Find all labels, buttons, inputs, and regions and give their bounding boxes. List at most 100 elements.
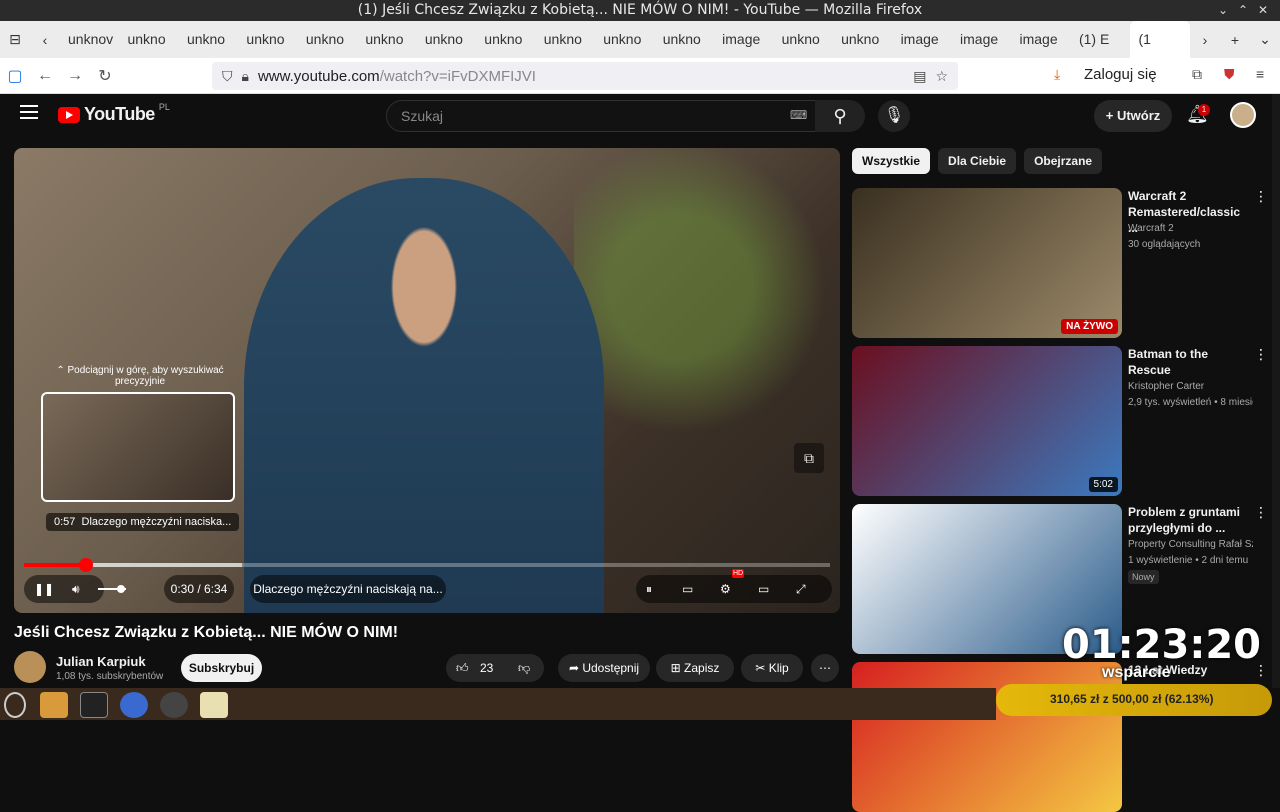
- browser-tab[interactable]: image: [893, 21, 952, 58]
- more-options-icon[interactable]: ⋮: [1254, 504, 1268, 521]
- back-icon[interactable]: ←: [30, 67, 60, 85]
- like-icon[interactable]: 👍︎: [456, 654, 469, 682]
- menu-icon[interactable]: ≡: [1256, 66, 1264, 82]
- voice-search-button[interactable]: 🎙︎: [878, 100, 910, 132]
- recommendation-title[interactable]: Problem z gruntami przyległymi do ...: [1128, 504, 1253, 536]
- browser-tab[interactable]: unkno: [655, 21, 714, 58]
- sidebar-toggle-icon[interactable]: ▢: [0, 66, 30, 86]
- filter-chip[interactable]: Obejrzane: [1024, 148, 1103, 174]
- terminal-icon[interactable]: [80, 692, 108, 718]
- autoplay-toggle-icon[interactable]: ⏸︎: [646, 575, 652, 603]
- filter-chip[interactable]: Wszystkie: [852, 148, 931, 174]
- url-bar[interactable]: ⛉ 🔒︎ www.youtube.com/watch?v=iFvDXMFIJVI…: [212, 62, 958, 90]
- play-volume-group: ❚❚ 🔊︎: [24, 575, 104, 603]
- pause-icon[interactable]: ❚❚: [34, 575, 54, 603]
- tab-overview-icon[interactable]: ⊟: [0, 31, 30, 48]
- forward-icon[interactable]: →: [60, 67, 90, 85]
- recommendation-channel[interactable]: Warcraft 2: [1128, 223, 1253, 234]
- volume-knob[interactable]: [117, 585, 125, 593]
- browser-tab[interactable]: (1: [1130, 21, 1190, 58]
- recommendation-thumbnail[interactable]: NA ŻYWO: [852, 188, 1122, 338]
- tab-scroll-right-icon[interactable]: ›: [1190, 32, 1220, 48]
- obs-icon[interactable]: [160, 692, 188, 718]
- more-options-icon[interactable]: ⋮: [1254, 346, 1268, 363]
- reader-view-icon[interactable]: ▤: [913, 68, 926, 85]
- browser-tab[interactable]: unkno: [417, 21, 476, 58]
- like-count[interactable]: 23: [480, 654, 493, 682]
- recommendation-channel[interactable]: Property Consulting Rafał Szeremeta: [1128, 539, 1253, 550]
- browser-tab[interactable]: unkno: [238, 21, 297, 58]
- browser-tab[interactable]: unkno: [536, 21, 595, 58]
- miniplayer-icon[interactable]: ⧉: [794, 443, 824, 473]
- minimize-icon[interactable]: ⌄: [1218, 0, 1228, 21]
- reload-icon[interactable]: ↻: [90, 66, 120, 86]
- channel-avatar[interactable]: [14, 651, 46, 683]
- downloads-icon[interactable]: ⤓: [1054, 66, 1060, 83]
- volume-icon[interactable]: 🔊︎: [72, 575, 80, 603]
- browser-tab[interactable]: (1) E: [1071, 21, 1130, 58]
- browser-tab[interactable]: image: [714, 21, 773, 58]
- tab-scroll-left-icon[interactable]: ‹: [30, 32, 60, 48]
- bookmark-star-icon[interactable]: ☆: [935, 68, 948, 85]
- fullscreen-icon[interactable]: ⤢: [796, 575, 806, 603]
- extensions-icon[interactable]: ⧉: [1192, 66, 1202, 83]
- dislike-icon[interactable]: 👎︎: [518, 654, 530, 682]
- hamburger-menu-icon[interactable]: [20, 105, 38, 119]
- more-actions-icon[interactable]: ⋯: [811, 654, 839, 682]
- new-tab-icon[interactable]: +: [1220, 32, 1250, 48]
- firefox-icon[interactable]: [120, 692, 148, 718]
- browser-tab[interactable]: unkno: [298, 21, 357, 58]
- tab-list-icon[interactable]: ⌄: [1250, 31, 1280, 48]
- recommendation-thumbnail[interactable]: 5:02: [852, 346, 1122, 496]
- browser-tab[interactable]: unknov: [60, 21, 119, 58]
- theater-mode-icon[interactable]: ▭: [758, 575, 769, 603]
- start-menu-icon[interactable]: [4, 692, 26, 718]
- video-player[interactable]: ⌃ Podciągnij w górę, aby wyszukiwać prec…: [14, 148, 840, 613]
- recommendation-channel[interactable]: Kristopher Carter: [1128, 381, 1253, 392]
- browser-tab[interactable]: unkno: [833, 21, 892, 58]
- shield-icon[interactable]: ⛉: [222, 68, 233, 85]
- browser-tab[interactable]: unkno: [595, 21, 654, 58]
- page-scrollbar[interactable]: [1272, 94, 1280, 688]
- url-text[interactable]: www.youtube.com/watch?v=iFvDXMFIJVI: [258, 68, 536, 85]
- progress-bar[interactable]: [24, 558, 830, 572]
- file-manager-icon[interactable]: [40, 692, 68, 718]
- channel-name[interactable]: Julian Karpiuk: [56, 654, 146, 669]
- youtube-logo[interactable]: YouTube PL: [58, 102, 170, 125]
- subscribe-button[interactable]: Subskrybuj: [181, 654, 262, 682]
- share-icon: ➦: [568, 661, 579, 675]
- close-icon[interactable]: ✕: [1258, 0, 1268, 21]
- share-button[interactable]: ➦ Udostępnij: [558, 654, 650, 682]
- user-avatar[interactable]: [1230, 102, 1256, 128]
- browser-tab[interactable]: image: [1012, 21, 1071, 58]
- text-editor-icon[interactable]: [200, 692, 228, 718]
- chapter-button[interactable]: Dlaczego mężczyźni naciskają na... ›: [250, 575, 446, 613]
- create-button[interactable]: + Utwórz: [1094, 100, 1172, 132]
- settings-gear-icon[interactable]: ⚙: [720, 575, 731, 603]
- clip-button[interactable]: ✂ Klip: [741, 654, 803, 682]
- login-button[interactable]: Zaloguj się: [1084, 66, 1157, 83]
- browser-tab[interactable]: unkno: [119, 21, 178, 58]
- scrubber-handle[interactable]: [79, 558, 94, 572]
- duration-badge: 5:02: [1088, 477, 1118, 492]
- browser-tab[interactable]: unkno: [774, 21, 833, 58]
- browser-tab[interactable]: unkno: [357, 21, 416, 58]
- browser-tab[interactable]: unkno: [179, 21, 238, 58]
- keyboard-icon[interactable]: ⌨: [790, 108, 807, 122]
- youtube-play-icon: [58, 106, 80, 123]
- maximize-icon[interactable]: ⌃: [1238, 0, 1248, 21]
- save-icon: ⊞: [670, 661, 681, 675]
- browser-tab[interactable]: image: [952, 21, 1011, 58]
- search-input[interactable]: Szukaj: [386, 100, 816, 132]
- filter-chip[interactable]: Dla Ciebie: [938, 148, 1017, 174]
- save-button[interactable]: ⊞ Zapisz: [656, 654, 734, 682]
- recommendation-item[interactable]: 5:02 Batman to the Rescue Kristopher Car…: [852, 346, 1272, 496]
- ublock-icon[interactable]: ⛊: [1224, 66, 1235, 83]
- browser-tab[interactable]: unkno: [476, 21, 535, 58]
- recommendation-title[interactable]: Batman to the Rescue: [1128, 346, 1253, 378]
- lock-icon[interactable]: 🔒︎: [242, 68, 249, 85]
- subtitles-icon[interactable]: ▭: [682, 575, 693, 603]
- search-button[interactable]: ⚲: [815, 100, 865, 132]
- recommendation-item[interactable]: NA ŻYWO Warcraft 2 Remastered/classic ..…: [852, 188, 1272, 338]
- more-options-icon[interactable]: ⋮: [1254, 188, 1268, 205]
